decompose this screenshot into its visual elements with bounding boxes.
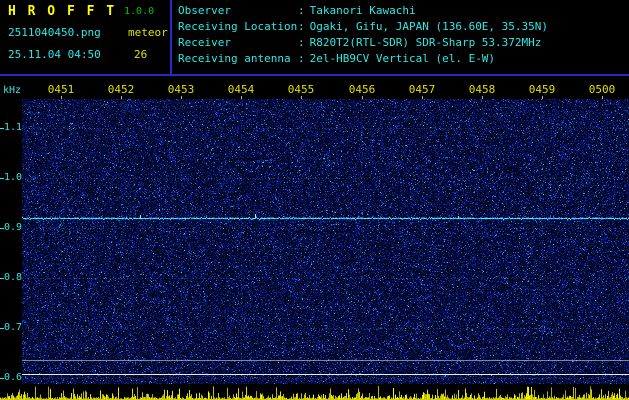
time-axis-label: 0454: [227, 83, 255, 96]
time-tick-mark: [181, 96, 182, 99]
time-tick-mark: [602, 96, 603, 99]
freq-axis-label: 0.8: [4, 272, 23, 283]
time-tick-mark: [121, 96, 122, 99]
header-vertical-divider: [170, 0, 172, 75]
freq-unit-label: kHz: [3, 85, 22, 96]
info-label: Receiving antenna: [178, 52, 291, 65]
time-axis-label: 0457: [408, 83, 436, 96]
freq-axis-label: 0.7: [4, 322, 23, 333]
freq-axis-label: 1.1: [4, 122, 23, 133]
observation-datetime: 25.11.04 04:50: [8, 48, 101, 61]
time-axis-label: 0453: [167, 83, 195, 96]
info-label: Receiving Location: [178, 20, 298, 33]
info-colon: :: [298, 20, 305, 33]
time-tick-mark: [362, 96, 363, 99]
info-value: Takanori Kawachi: [309, 4, 416, 17]
echo-count: 26: [134, 48, 148, 61]
info-value: R820T2(RTL-SDR) SDR-Sharp 53.372MHz: [309, 36, 542, 49]
freq-tick-mark: [0, 378, 4, 379]
freq-axis-label: 0.9: [4, 222, 23, 233]
app-title: H R O F F T: [8, 4, 117, 19]
output-filename: 2511040450.png: [8, 26, 101, 39]
time-axis-label: 0500: [588, 83, 616, 96]
info-row-observer: Observer: Takanori Kawachi: [178, 3, 548, 19]
freq-tick-mark: [0, 278, 4, 279]
freq-tick-mark: [0, 328, 4, 329]
time-tick-mark: [241, 96, 242, 99]
info-colon: :: [298, 36, 305, 49]
info-colon: :: [298, 4, 305, 17]
time-tick-mark: [61, 96, 62, 99]
time-axis-label: 0458: [468, 83, 496, 96]
time-axis-label: 0452: [107, 83, 135, 96]
freq-tick-mark: [0, 178, 4, 179]
info-label: Observer: [178, 4, 231, 17]
time-axis-label: 0456: [348, 83, 376, 96]
freq-tick-mark: [0, 228, 4, 229]
info-value: Ogaki, Gifu, JAPAN (136.60E, 35.35N): [309, 20, 549, 33]
info-value: 2el-HB9CV Vertical (el. E-W): [309, 52, 496, 65]
signal-meter-canvas: [0, 384, 629, 400]
time-tick-mark: [301, 96, 302, 99]
spectrogram-canvas: [22, 99, 629, 384]
freq-axis-label: 0.6: [4, 372, 23, 383]
info-row-location: Receiving Location: Ogaki, Gifu, JAPAN (1…: [178, 19, 548, 35]
header-horizontal-divider: [0, 74, 629, 76]
app-version: 1.0.0: [124, 6, 155, 17]
info-colon: :: [298, 52, 305, 65]
mode-label: meteor: [128, 26, 168, 39]
time-axis-label: 0451: [47, 83, 75, 96]
time-tick-mark: [422, 96, 423, 99]
time-axis-label: 0459: [528, 83, 556, 96]
hrofft-output-window: H R O F F T 1.0.0 2511040450.png meteor …: [0, 0, 629, 400]
station-info: Observer: Takanori Kawachi Receiving Loca…: [178, 3, 548, 67]
time-tick-mark: [482, 96, 483, 99]
freq-tick-mark: [0, 128, 4, 129]
info-row-antenna: Receiving antenna:2el-HB9CV Vertical (el…: [178, 51, 548, 67]
time-axis-label: 0455: [287, 83, 315, 96]
time-tick-mark: [542, 96, 543, 99]
freq-axis-label: 1.0: [4, 172, 23, 183]
info-label: Receiver: [178, 36, 231, 49]
info-row-receiver: Receiver: R820T2(RTL-SDR) SDR-Sharp 53.37…: [178, 35, 548, 51]
